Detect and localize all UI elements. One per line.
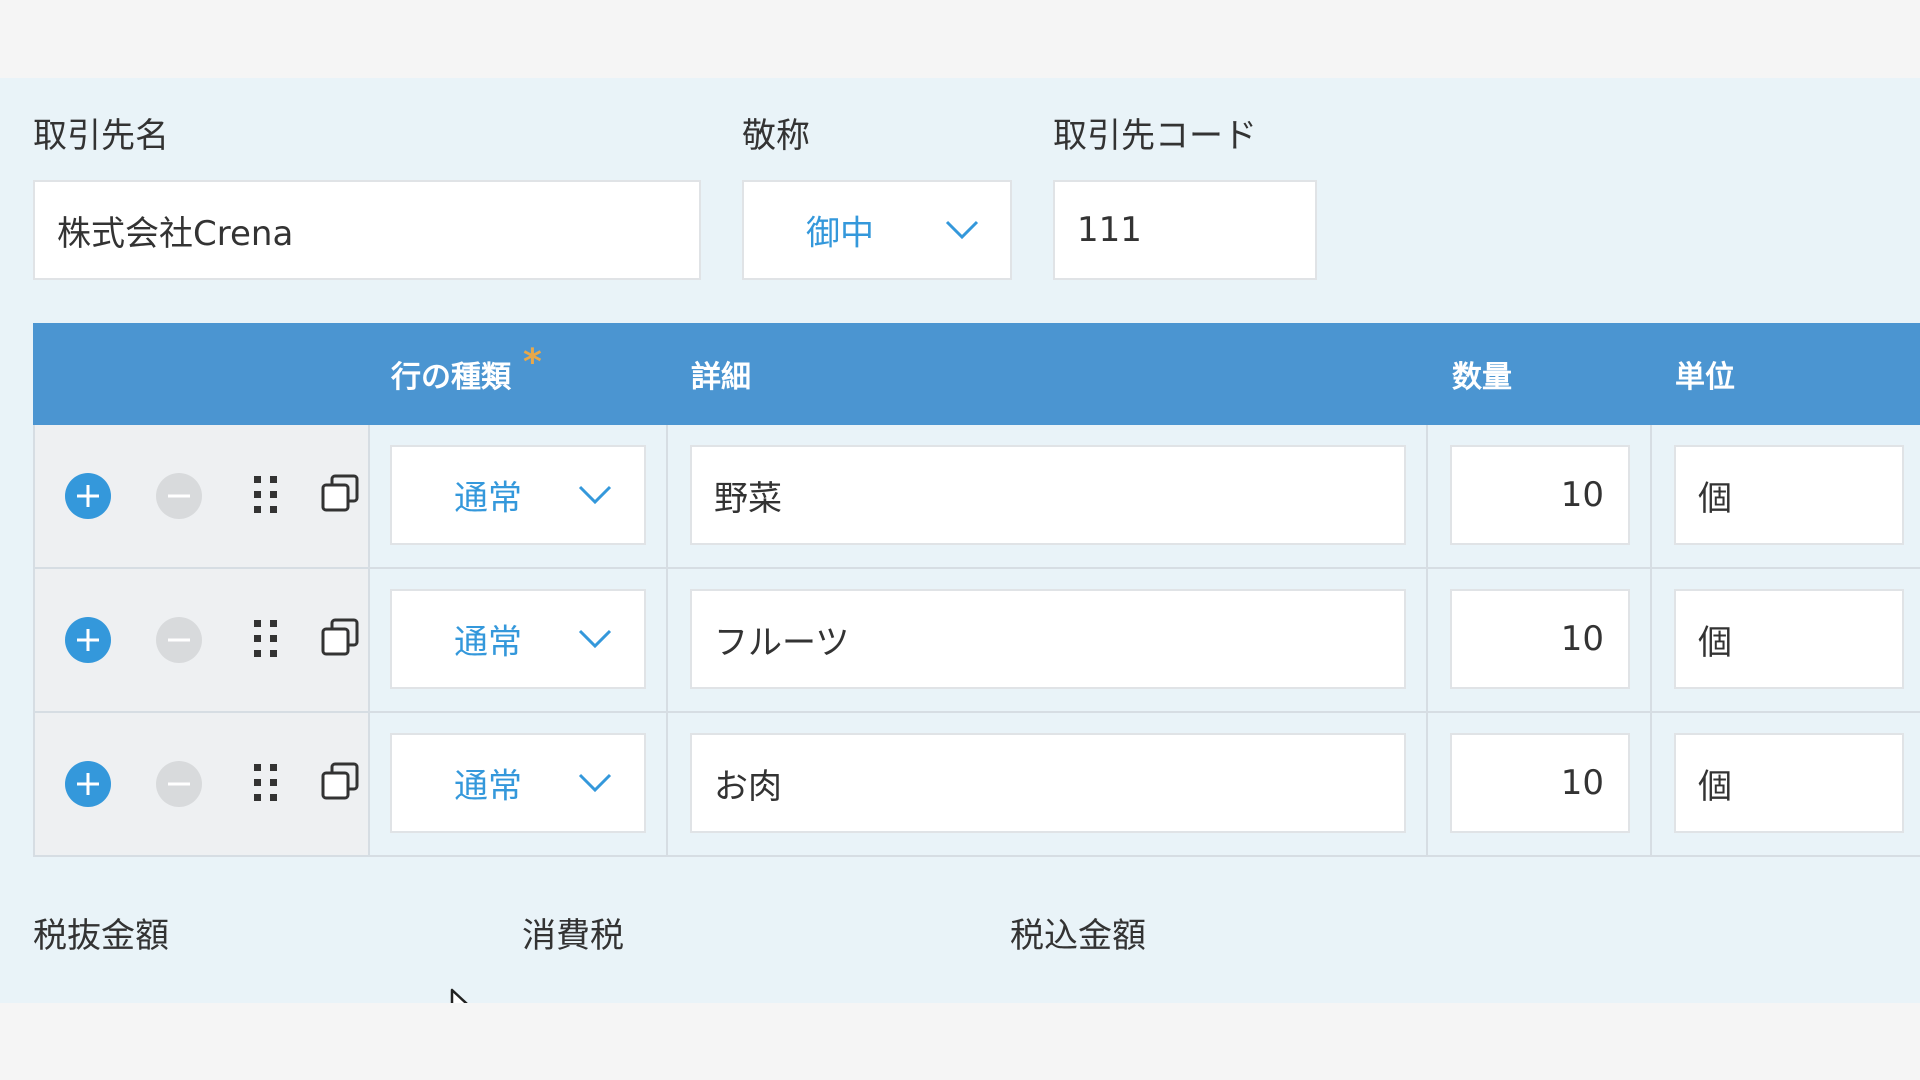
honorific-value: 御中 [806,213,874,254]
detail-cell: フルーツ [668,569,1428,711]
row-type-cell: 通常 [370,713,668,855]
bottom-band [0,1003,1920,1080]
table-header: 行の種類 * 詳細 数量 単位 [33,323,1920,425]
table-row: 通常 お肉 10 個 [33,713,1920,857]
line-items-table: 行の種類 * 詳細 数量 単位 通常 野菜 10 個 通常 フルーツ 10 個 … [33,323,1920,857]
row-actions [33,713,370,855]
column-header-quantity: 数量 [1452,360,1512,395]
client-name-label: 取引先名 [33,116,169,156]
quantity-input[interactable]: 10 [1450,445,1630,545]
table-row: 通常 野菜 10 個 [33,425,1920,569]
row-type-header-label: 行の種類 [391,360,511,395]
client-code-label: 取引先コード [1053,116,1257,156]
top-band [0,0,1920,78]
remove-row-icon[interactable] [155,616,203,664]
unit-cell: 個 [1652,425,1920,567]
form-panel: 取引先名 株式会社Crena 敬称 御中 取引先コード 111 行の種類 * 詳… [0,78,1920,1003]
add-row-icon[interactable] [64,472,112,520]
detail-input[interactable]: 野菜 [690,445,1406,545]
detail-cell: 野菜 [668,425,1428,567]
quantity-cell: 10 [1428,425,1652,567]
subtotal-label: 税抜金額 [33,916,169,956]
total-label: 税込金額 [1010,916,1146,956]
row-type-select[interactable]: 通常 [390,589,646,689]
chevron-down-icon [578,485,612,505]
tax-label: 消費税 [522,916,624,956]
honorific-label: 敬称 [742,116,810,156]
remove-row-icon[interactable] [155,472,203,520]
drag-handle-icon[interactable] [253,763,279,803]
add-row-icon[interactable] [64,760,112,808]
drag-handle-icon[interactable] [253,475,279,515]
required-mark: * [523,341,542,383]
unit-cell: 個 [1652,713,1920,855]
column-header-row-type: 行の種類 * [391,323,542,425]
chevron-down-icon [578,773,612,793]
quantity-cell: 10 [1428,569,1652,711]
chevron-down-icon [578,629,612,649]
column-header-detail: 詳細 [691,360,751,395]
detail-cell: お肉 [668,713,1428,855]
copy-row-icon[interactable] [320,761,360,801]
row-type-value: 通常 [454,478,522,519]
row-type-cell: 通常 [370,425,668,567]
row-actions [33,425,370,567]
add-row-icon[interactable] [64,616,112,664]
client-code-input[interactable]: 111 [1053,180,1317,280]
copy-row-icon[interactable] [320,473,360,513]
row-type-select[interactable]: 通常 [390,733,646,833]
unit-input[interactable]: 個 [1674,589,1904,689]
row-type-value: 通常 [454,622,522,663]
honorific-select[interactable]: 御中 [742,180,1012,280]
detail-input[interactable]: フルーツ [690,589,1406,689]
row-actions [33,569,370,711]
unit-input[interactable]: 個 [1674,445,1904,545]
quantity-input[interactable]: 10 [1450,589,1630,689]
drag-handle-icon[interactable] [253,619,279,659]
unit-input[interactable]: 個 [1674,733,1904,833]
row-type-select[interactable]: 通常 [390,445,646,545]
row-type-cell: 通常 [370,569,668,711]
quantity-cell: 10 [1428,713,1652,855]
remove-row-icon[interactable] [155,760,203,808]
unit-cell: 個 [1652,569,1920,711]
table-row: 通常 フルーツ 10 個 [33,569,1920,713]
copy-row-icon[interactable] [320,617,360,657]
detail-input[interactable]: お肉 [690,733,1406,833]
mouse-cursor-icon [450,988,468,1003]
column-header-unit: 単位 [1675,360,1735,395]
row-type-value: 通常 [454,766,522,807]
chevron-down-icon [945,220,979,240]
quantity-input[interactable]: 10 [1450,733,1630,833]
client-name-input[interactable]: 株式会社Crena [33,180,701,280]
